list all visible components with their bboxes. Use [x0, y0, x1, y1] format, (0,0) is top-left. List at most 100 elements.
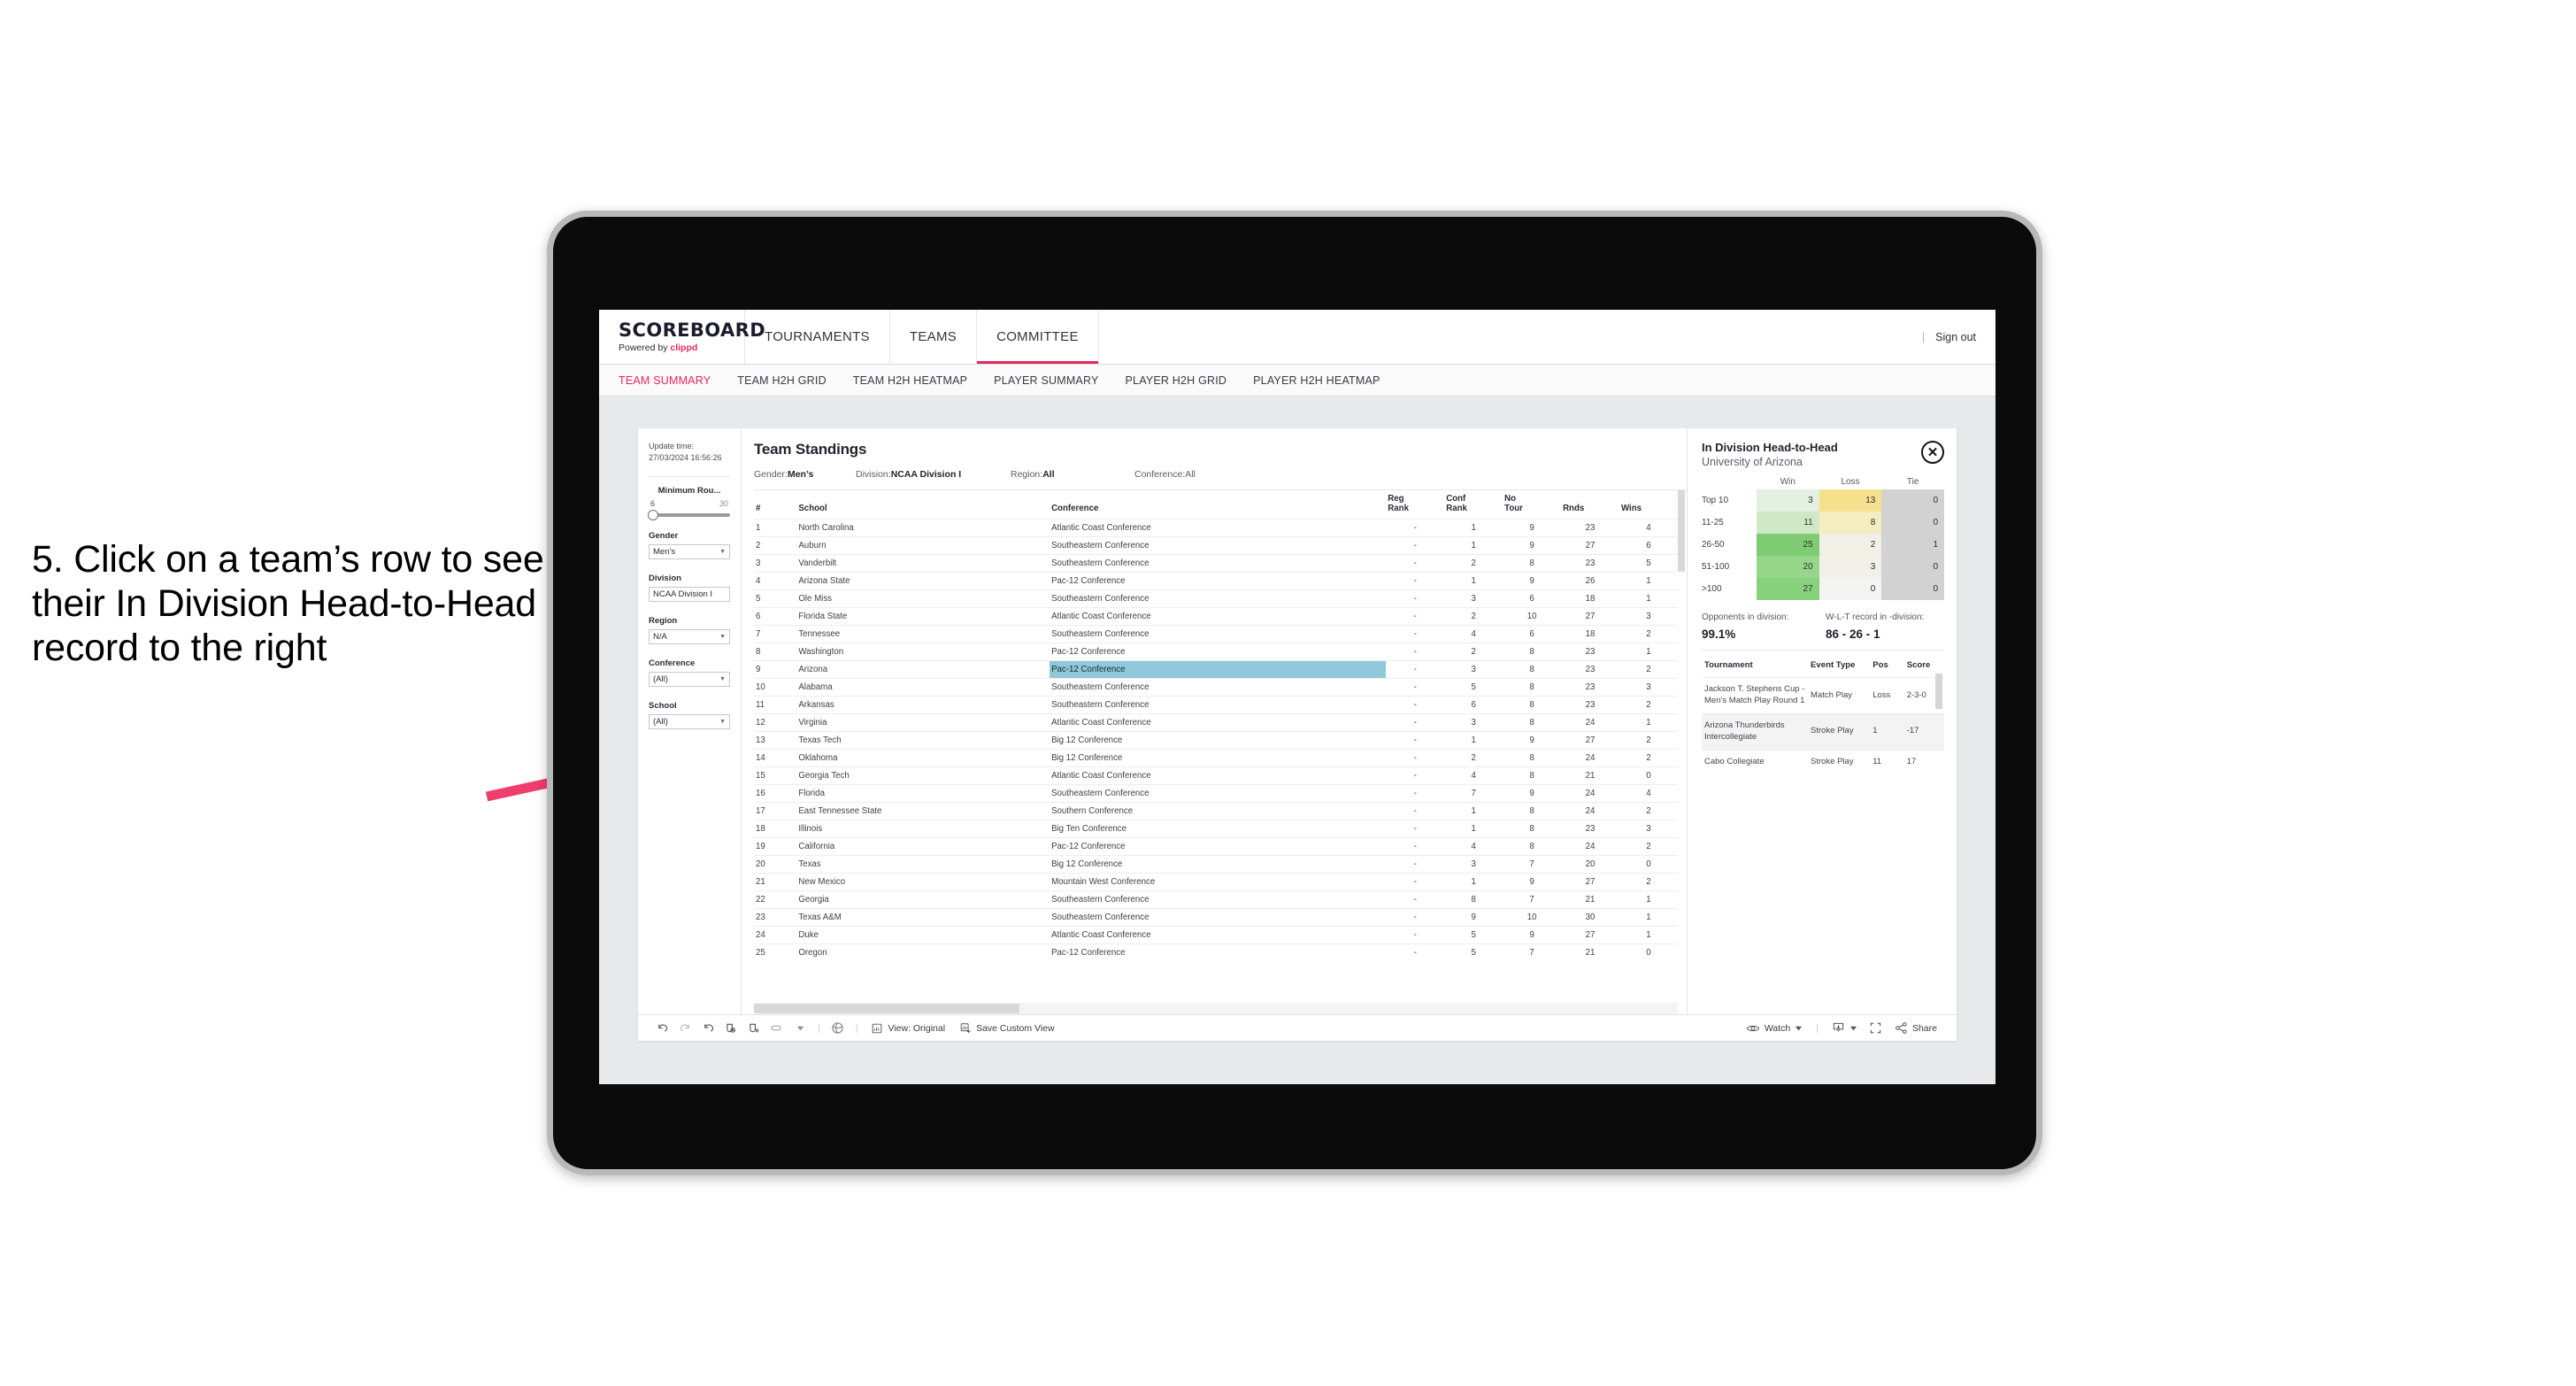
- cell-conf-rank: 1: [1444, 802, 1503, 820]
- division-select[interactable]: NCAA Division I: [649, 587, 730, 603]
- cell-reg-rank: -: [1386, 908, 1445, 927]
- redo-icon[interactable]: [673, 1021, 696, 1035]
- sign-out-link[interactable]: Sign out: [1935, 331, 1976, 343]
- nav-item-teams[interactable]: TEAMS: [890, 310, 978, 364]
- cell-wins: 1: [1619, 908, 1678, 927]
- tab-player-h2h-heatmap[interactable]: PLAYER H2H HEATMAP: [1253, 374, 1380, 387]
- download-button[interactable]: [1825, 1021, 1865, 1035]
- table-row[interactable]: 12 Virginia Atlantic Coast Conference -3 8 24…: [754, 713, 1678, 732]
- close-panel-button[interactable]: ✕: [1921, 441, 1944, 464]
- cell-rank: 17: [754, 802, 797, 820]
- save-custom-view-button[interactable]: Save Custom View: [952, 1022, 1062, 1035]
- tournament-row[interactable]: Jackson T. Stephens Cup - Men’s Match Pl…: [1702, 677, 1944, 714]
- cell-rnds: 24: [1561, 713, 1619, 732]
- cell-no-tour: 8: [1503, 660, 1562, 679]
- table-row[interactable]: 6 Florida State Atlantic Coast Conference -…: [754, 607, 1678, 626]
- col-header-event-type: Event Type: [1811, 660, 1856, 671]
- tournament-vertical-scrollbar[interactable]: [1935, 674, 1942, 710]
- chevron-down-icon[interactable]: [788, 1024, 811, 1032]
- cell-reg-rank: -: [1386, 873, 1445, 891]
- table-row[interactable]: 4 Arizona State Pac-12 Conference -1 9 26 1: [754, 572, 1678, 590]
- h2h-row: 11-25 11 8 0: [1702, 512, 1945, 535]
- table-row[interactable]: 9 Arizona Pac-12 Conference -3 8 23 2: [754, 660, 1678, 679]
- table-row[interactable]: 17 East Tennessee State Southern Conferenc…: [754, 802, 1678, 820]
- nav-item-committee[interactable]: COMMITTEE: [977, 310, 1099, 364]
- col-header-conf-rank: Conf Rank: [1446, 494, 1467, 514]
- share-button[interactable]: Share: [1888, 1021, 1944, 1035]
- cell-conference: Southern Conference: [1050, 802, 1387, 820]
- update-time-label: Update time:: [649, 442, 695, 450]
- table-row[interactable]: 15 Georgia Tech Atlantic Coast Conference -…: [754, 766, 1678, 785]
- h2h-cell-tie: 0: [1881, 578, 1945, 601]
- table-row[interactable]: 22 Georgia Southeastern Conference -8 7 21 1: [754, 890, 1678, 909]
- tab-team-h2h-grid[interactable]: TEAM H2H GRID: [737, 374, 827, 387]
- refresh-data-icon[interactable]: [719, 1021, 742, 1035]
- tournament-row[interactable]: Arizona Thunderbirds Intercollegiate Stro…: [1702, 712, 1944, 750]
- table-row[interactable]: 25 Oregon Pac-12 Conference -5 7 21 0: [754, 943, 1678, 962]
- cell-conference: Atlantic Coast Conference: [1050, 926, 1387, 944]
- table-row[interactable]: 13 Texas Tech Big 12 Conference -1 9 27 2: [754, 731, 1678, 750]
- table-row[interactable]: 19 California Pac-12 Conference -4 8 24 2: [754, 837, 1678, 856]
- table-row[interactable]: 11 Arkansas Southeastern Conference -6 8 23 2: [754, 696, 1678, 714]
- tab-player-h2h-grid[interactable]: PLAYER H2H GRID: [1126, 374, 1227, 387]
- table-row[interactable]: 1 North Carolina Atlantic Coast Conference…: [754, 519, 1678, 537]
- cell-rnds: 27: [1561, 607, 1619, 626]
- cell-no-tour: 8: [1503, 713, 1562, 732]
- table-row[interactable]: 23 Texas A&M Southeastern Conference -9 10 30…: [754, 908, 1678, 927]
- watch-button[interactable]: Watch: [1739, 1022, 1810, 1035]
- region-select[interactable]: N/A ▼: [649, 629, 730, 645]
- cell-conf-rank: 5: [1444, 926, 1503, 944]
- fullscreen-icon[interactable]: [1865, 1021, 1888, 1035]
- globe-icon[interactable]: [827, 1021, 850, 1035]
- cell-score: -17: [1903, 712, 1944, 750]
- cell-conf-rank: 5: [1444, 943, 1503, 962]
- tab-team-h2h-heatmap[interactable]: TEAM H2H HEATMAP: [853, 374, 967, 387]
- stat-wlt-label: W-L-T record in -division:: [1826, 612, 1925, 623]
- table-row[interactable]: 10 Alabama Southeastern Conference -5 8 23 3: [754, 678, 1678, 697]
- col-header-no-tour: No Tour: [1504, 494, 1523, 514]
- tournament-row[interactable]: Cabo Collegiate Stroke Play 11 17: [1702, 749, 1944, 774]
- table-row[interactable]: 24 Duke Atlantic Coast Conference -5 9 27 1: [754, 926, 1678, 944]
- table-row[interactable]: 3 Vanderbilt Southeastern Conference -2 8 23 5: [754, 554, 1678, 573]
- table-row[interactable]: 18 Illinois Big Ten Conference -1 8 23 3: [754, 820, 1678, 838]
- table-row[interactable]: 5 Ole Miss Southeastern Conference -3 6 18 1: [754, 589, 1678, 608]
- table-row[interactable]: 20 Texas Big 12 Conference -3 7 20 0: [754, 855, 1678, 874]
- cell-reg-rank: -: [1386, 660, 1445, 679]
- cell-wins: 1: [1619, 589, 1678, 608]
- school-label: School: [649, 701, 677, 712]
- standings-horizontal-scrollbar-track[interactable]: [754, 1003, 1678, 1014]
- cell-rank: 8: [754, 643, 797, 661]
- highlight-icon[interactable]: [765, 1021, 788, 1035]
- table-row[interactable]: 2 Auburn Southeastern Conference -1 9 27 6: [754, 536, 1678, 555]
- tab-team-summary[interactable]: TEAM SUMMARY: [619, 374, 711, 387]
- cell-reg-rank: -: [1386, 607, 1445, 626]
- pause-updates-icon[interactable]: [742, 1021, 765, 1035]
- slider-handle[interactable]: [648, 510, 658, 521]
- nav-item-tournaments[interactable]: TOURNAMENTS: [745, 310, 890, 364]
- table-row[interactable]: 16 Florida Southeastern Conference -7 9 24 4: [754, 784, 1678, 803]
- cell-tournament: Arizona Thunderbirds Intercollegiate: [1702, 712, 1809, 750]
- cell-no-tour: 9: [1503, 536, 1562, 555]
- cell-conf-rank: 3: [1444, 660, 1503, 679]
- brand-subtitle: Powered by clippd: [619, 343, 744, 353]
- gender-select[interactable]: Men’s ▼: [649, 544, 730, 560]
- table-row[interactable]: 14 Oklahoma Big 12 Conference -2 8 24 2: [754, 749, 1678, 767]
- cell-wins: 1: [1619, 713, 1678, 732]
- table-row[interactable]: 21 New Mexico Mountain West Conference -1 9 2…: [754, 873, 1678, 891]
- table-row[interactable]: 7 Tennessee Southeastern Conference -4 6 18 2: [754, 625, 1678, 643]
- conference-select[interactable]: (All) ▼: [649, 672, 730, 688]
- minimum-rounds-slider[interactable]: [648, 510, 730, 521]
- tab-player-summary[interactable]: PLAYER SUMMARY: [994, 374, 1098, 387]
- brand-logo[interactable]: SCOREBOARD Powered by clippd: [599, 310, 765, 364]
- standings-horizontal-scrollbar-thumb[interactable]: [754, 1004, 1019, 1013]
- cell-conference: Big 12 Conference: [1050, 731, 1387, 750]
- school-select[interactable]: (All) ▼: [649, 714, 730, 730]
- revert-icon[interactable]: [696, 1021, 719, 1035]
- h2h-row-label: Top 10: [1702, 489, 1757, 512]
- table-row[interactable]: 8 Washington Pac-12 Conference -2 8 23 1: [754, 643, 1678, 661]
- cell-no-tour: 7: [1503, 943, 1562, 962]
- standings-table-scroll[interactable]: # School Conference Reg Rank Conf Rank No T…: [754, 490, 1687, 1003]
- view-original-button[interactable]: View: Original: [864, 1022, 952, 1035]
- undo-icon[interactable]: [650, 1021, 673, 1035]
- standings-vertical-scrollbar[interactable]: [1678, 490, 1685, 572]
